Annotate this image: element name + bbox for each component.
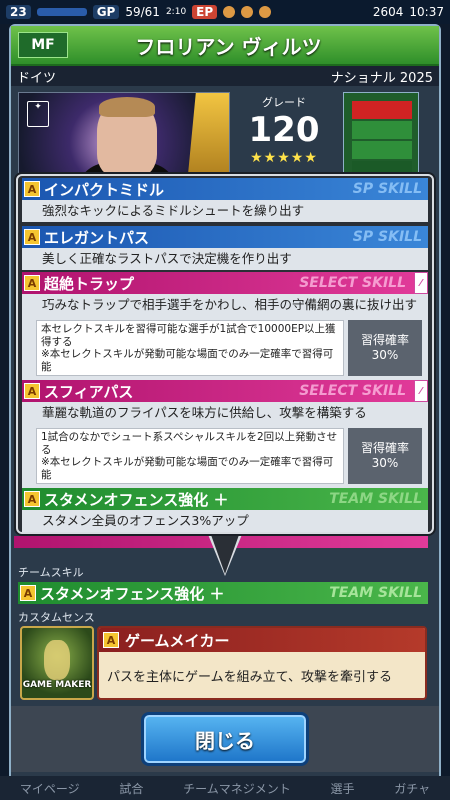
skill-desc: 巧みなトラップで相手選手をかわし、相手の守備網の裏に抜け出す [22, 294, 428, 316]
skill-desc: スタメン全員のオフェンス3%アップ [22, 510, 428, 532]
skill-condition: 1試合のなかでシュート系スペシャルスキルを2回以上発動させる ※本セレクトスキル… [36, 428, 344, 484]
card-type-label: ナショナル 2025 [330, 70, 433, 86]
tab-match[interactable]: 試合 [119, 780, 143, 797]
skill-type: SP SKILL [352, 229, 422, 245]
team-skill-type: TEAM SKILL [329, 585, 422, 601]
skill-condition: 本セレクトスキルを習得可能な選手が1試合で10000EP以上獲得する ※本セレク… [36, 320, 344, 376]
sense-icon-label: GAME MAKER [22, 680, 92, 690]
skill-condition-box: 1試合のなかでシュート系スペシャルスキルを2回以上発動させる ※本セレクトスキル… [22, 424, 428, 490]
stamina-time: 2:10 [165, 7, 187, 17]
skill-desc: 美しく正確なラストパスで決定機を作り出す [22, 248, 428, 270]
position-field-map [343, 92, 419, 184]
acquire-rate: 習得確率 30% [348, 320, 422, 376]
acquire-rate-value: 30% [371, 456, 399, 470]
skill-condition-box: 本セレクトスキルを習得可能な選手が1試合で10000EP以上獲得する ※本セレク… [22, 316, 428, 382]
field-zone [352, 121, 412, 139]
sense-name: ゲームメイカー [125, 631, 230, 650]
status-bar: 23 GP 59/61 2:10 EP 2604 10:37 [0, 0, 450, 24]
player-hair [99, 97, 155, 117]
skill-title: A インパクトミドル SP SKILL [22, 178, 428, 200]
skill-title: A スタメンオフェンス強化 ＋ TEAM SKILL [22, 488, 428, 510]
skill-name: エレガントパス [44, 228, 150, 247]
skill-type: SP SKILL [352, 181, 422, 197]
team-skill-section-label: チームスキル [18, 566, 84, 579]
coin-icon [223, 6, 236, 18]
select-tag-icon: ⁄ [414, 272, 428, 294]
acquire-rate-value: 30% [371, 348, 399, 362]
skill-popup: A インパクトミドル SP SKILL 強烈なキックによるミドルシュートを繰り出す … [16, 174, 434, 534]
custom-sense-card[interactable]: A ゲームメイカー パスを主体にゲームを組み立て、攻撃を牽引する [97, 626, 427, 700]
select-tag-icon: ⁄ [414, 380, 428, 402]
coin-icon [259, 6, 272, 18]
skill-type: SELECT SKILL [299, 275, 406, 291]
skill-title: A 超絶トラップ SELECT SKILL ⁄ [22, 272, 428, 294]
exp-bar [36, 8, 87, 16]
coin-icon [241, 6, 254, 18]
team-skill-row[interactable]: A スタメンオフェンス強化 ＋ TEAM SKILL [18, 582, 428, 604]
rank-a-icon: A [24, 229, 40, 245]
grade-block: グレード 120 ★★★★★ [234, 92, 334, 166]
rank-a-icon: A [20, 585, 36, 601]
skill-desc: 華麗な軌道のフライパスを味方に供給し、攻撃を構築する [22, 402, 428, 424]
tab-players[interactable]: 選手 [330, 780, 354, 797]
player-subheader: ドイツ ナショナル 2025 [11, 66, 439, 86]
field-zone [352, 141, 412, 159]
tab-gacha[interactable]: ガチャ [394, 780, 430, 797]
skill-name: スフィアパス [44, 382, 134, 401]
sense-figure [44, 640, 70, 680]
skill-item[interactable]: A インパクトミドル SP SKILL 強烈なキックによるミドルシュートを繰り出す [22, 178, 428, 222]
field-zone [352, 101, 412, 119]
ep-label: EP [192, 5, 218, 19]
skill-type: SELECT SKILL [299, 383, 406, 399]
sense-desc: パスを主体にゲームを組み立て、攻撃を牽引する [107, 670, 392, 685]
coins-value: 2604 [372, 5, 404, 19]
grade-value: 120 [248, 110, 320, 150]
grade-stars: ★★★★★ [250, 150, 318, 166]
rank-a-icon: A [24, 275, 40, 291]
skill-item[interactable]: A スタメンオフェンス強化 ＋ TEAM SKILL スタメン全員のオフェンス3%ア… [22, 488, 428, 532]
position-badge: MF [18, 32, 68, 58]
gp-label: GP [92, 5, 120, 19]
player-photo: ✦ [18, 92, 230, 184]
skill-name: スタメンオフェンス強化 ＋ [44, 490, 229, 509]
acquire-rate-label: 習得確率 [360, 333, 409, 347]
custom-sense-section-label: カスタムセンス [18, 611, 95, 624]
skill-name: 超絶トラップ [44, 274, 135, 293]
country-label: ドイツ [17, 70, 57, 86]
tab-mypage[interactable]: マイページ [20, 780, 80, 797]
tab-team-management[interactable]: チームマネジメント [183, 780, 291, 797]
skill-title: A エレガントパス SP SKILL [22, 226, 428, 248]
clock: 10:37 [409, 5, 444, 19]
bottom-tab-bar: マイページ 試合 チームマネジメント 選手 ガチャ [0, 776, 450, 800]
skill-item[interactable]: A 超絶トラップ SELECT SKILL ⁄ 巧みなトラップで相手選手をかわし、相手… [22, 272, 428, 382]
grade-label: グレード [262, 96, 306, 109]
player-name: フロリアン ヴィルツ [135, 34, 322, 59]
skill-desc: 強烈なキックによるミドルシュートを繰り出す [22, 200, 428, 222]
rank-a-icon: A [24, 181, 40, 197]
team-skill-name: スタメンオフェンス強化 ＋ [40, 584, 225, 603]
skill-item[interactable]: A エレガントパス SP SKILL 美しく正確なラストパスで決定機を作り出す [22, 226, 428, 270]
game-maker-icon[interactable]: GAME MAKER [20, 626, 94, 700]
skill-name: インパクトミドル [44, 180, 165, 199]
acquire-rate: 習得確率 30% [348, 428, 422, 484]
close-button[interactable]: 閉じる [141, 712, 309, 766]
skill-title: A スフィアパス SELECT SKILL ⁄ [22, 380, 428, 402]
skill-type: TEAM SKILL [329, 491, 422, 507]
acquire-rate-label: 習得確率 [360, 441, 409, 455]
sense-title: A ゲームメイカー [99, 628, 425, 652]
skill-item[interactable]: A スフィアパス SELECT SKILL ⁄ 華麗な軌道のフライパスを味方に供給し、… [22, 380, 428, 490]
level-badge: 23 [6, 5, 31, 19]
rank-a-icon: A [24, 383, 40, 399]
rank-a-icon: A [103, 632, 119, 648]
stamina-value: 59/61 [125, 5, 160, 19]
player-header: MF フロリアン ヴィルツ [11, 26, 439, 66]
team-crest-icon: ✦ [27, 101, 49, 127]
card-logo-icon [187, 93, 229, 183]
rank-a-icon: A [24, 491, 40, 507]
